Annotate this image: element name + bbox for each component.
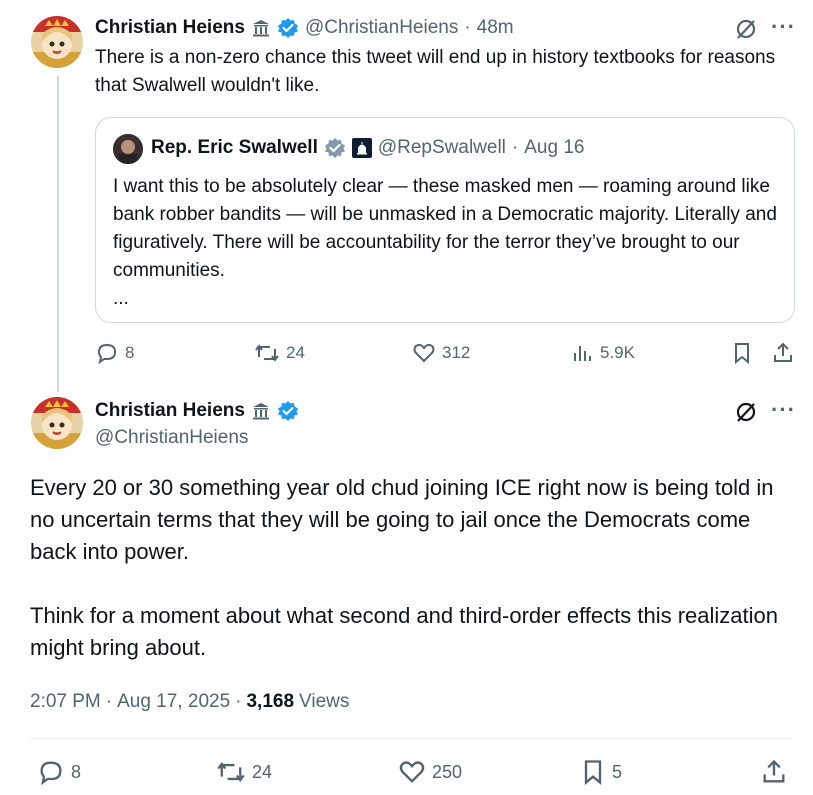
views-count: 3,168 xyxy=(246,691,295,712)
thread-line xyxy=(57,76,59,392)
government-building-icon xyxy=(251,401,271,421)
bookmark-icon xyxy=(584,760,602,785)
verified-badge-icon[interactable] xyxy=(277,17,299,39)
reply-button[interactable]: 8 xyxy=(95,341,134,365)
views-count: 5.9K xyxy=(600,343,635,362)
views-button[interactable]: 5.9K xyxy=(572,341,635,365)
repost-count: 24 xyxy=(286,343,305,362)
capitol-affiliation-icon[interactable] xyxy=(351,138,372,158)
separator: · xyxy=(464,17,471,38)
share-icon xyxy=(774,342,792,362)
grok-icon[interactable] xyxy=(735,401,757,423)
repost-button[interactable]: 24 xyxy=(216,758,272,786)
share-button[interactable] xyxy=(771,341,795,365)
reply-count: 8 xyxy=(125,343,135,362)
reply-icon xyxy=(97,343,117,365)
tweet-meta: 2:07 PM · Aug 17, 2025 · 3,168 Views xyxy=(30,691,349,713)
quote-avatar[interactable] xyxy=(113,134,143,164)
bookmark-count: 5 xyxy=(612,761,623,782)
avatar[interactable] xyxy=(31,16,83,68)
share-icon xyxy=(763,759,785,783)
gov-verified-badge-icon xyxy=(324,137,346,159)
post-date[interactable]: Aug 17, 2025 xyxy=(117,691,230,713)
share-button[interactable] xyxy=(760,758,788,786)
like-button[interactable]: 312 xyxy=(412,341,470,365)
more-options-icon[interactable]: ··· xyxy=(771,14,796,40)
reply-icon xyxy=(40,761,62,786)
avatar[interactable] xyxy=(31,397,83,449)
more-options-icon[interactable]: ··· xyxy=(771,397,796,423)
heart-icon xyxy=(413,343,435,363)
repost-count: 24 xyxy=(252,761,273,782)
post-time[interactable]: 2:07 PM xyxy=(30,691,101,713)
reply-button[interactable]: 8 xyxy=(37,758,81,786)
tweet2-header: Christian Heiens xyxy=(95,400,299,422)
views-label: Views xyxy=(299,691,350,712)
timestamp[interactable]: 48m xyxy=(477,17,514,39)
quote-author-name[interactable]: Rep. Eric Swalwell xyxy=(151,137,318,159)
tweet1-header: Christian Heiens @ChristianHeiens · 48m xyxy=(95,17,514,39)
repost-icon xyxy=(255,344,279,362)
quote-date[interactable]: Aug 16 xyxy=(524,137,584,159)
separator: · xyxy=(105,691,113,712)
grok-icon[interactable] xyxy=(735,18,757,40)
divider xyxy=(30,738,795,739)
like-button[interactable]: 250 xyxy=(398,758,462,786)
bookmark-button[interactable] xyxy=(731,341,753,365)
tweet-text: There is a non-zero chance this tweet wi… xyxy=(95,47,776,96)
government-building-icon xyxy=(251,18,271,38)
tweet-body-paragraph-1: Every 20 or 30 something year old chud j… xyxy=(30,475,774,564)
repost-icon xyxy=(217,762,245,782)
reply-count: 8 xyxy=(71,761,82,782)
author-handle[interactable]: @ChristianHeiens xyxy=(95,427,248,449)
quote-header: Rep. Eric Swalwell @RepSwalwell · Aug 16 xyxy=(151,137,584,159)
quote-author-handle[interactable]: @RepSwalwell xyxy=(378,137,506,159)
quote-tweet-card[interactable]: Rep. Eric Swalwell @RepSwalwell · Aug 16… xyxy=(95,117,795,323)
quote-text: I want this to be absolutely clear — the… xyxy=(113,176,777,281)
analytics-icon xyxy=(574,346,591,361)
verified-badge-icon[interactable] xyxy=(277,400,299,422)
separator: · xyxy=(511,137,519,158)
author-handle[interactable]: @ChristianHeiens xyxy=(305,17,458,39)
separator: · xyxy=(235,691,242,712)
author-name[interactable]: Christian Heiens xyxy=(95,400,245,422)
tweet-body-paragraph-2: Think for a moment about what second and… xyxy=(30,603,778,660)
like-count: 250 xyxy=(432,761,463,782)
like-count: 312 xyxy=(442,343,471,362)
repost-button[interactable]: 24 xyxy=(254,341,305,365)
bookmark-button[interactable]: 5 xyxy=(580,758,622,786)
bookmark-icon xyxy=(735,343,749,365)
quote-ellipsis: ... xyxy=(113,288,129,309)
author-name[interactable]: Christian Heiens xyxy=(95,17,245,39)
heart-icon xyxy=(399,761,425,783)
